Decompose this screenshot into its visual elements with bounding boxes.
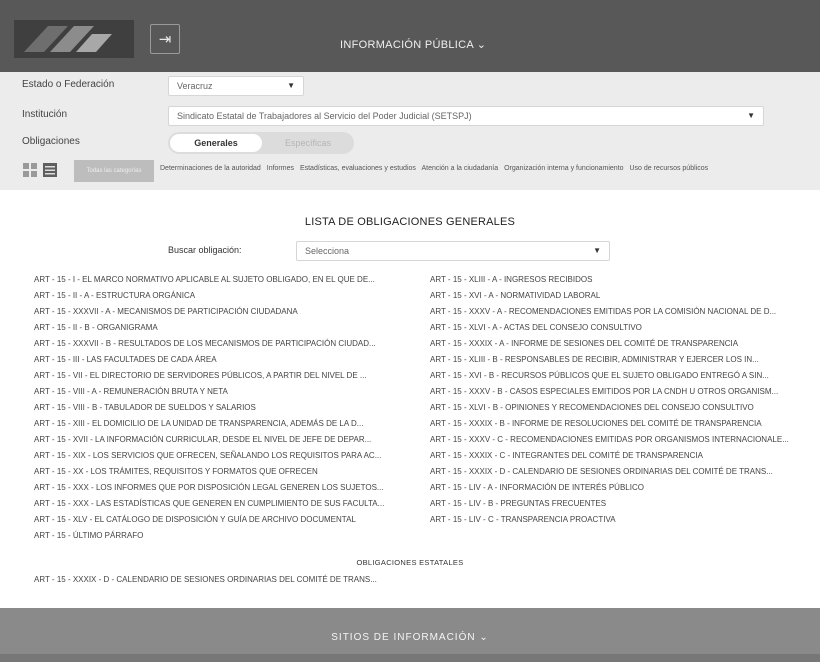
category-link[interactable]: Atención a la ciudadanía	[421, 165, 498, 172]
obligation-link[interactable]: ART - 15 - XXXV - A - RECOMENDACIONES EM…	[430, 306, 800, 318]
obligation-link[interactable]: ART - 15 - XXXIX - D - CALENDARIO DE SES…	[34, 574, 394, 586]
filters-panel: Estado o Federación Veracruz ▼ Instituci…	[0, 72, 820, 190]
obligation-link[interactable]: ART - 15 - XXXIX - D - CALENDARIO DE SES…	[430, 466, 800, 478]
obligation-link[interactable]: ART - 15 - VII - EL DIRECTORIO DE SERVID…	[34, 370, 394, 382]
obligation-link[interactable]: ART - 15 - XVI - A - NORMATIVIDAD LABORA…	[430, 290, 800, 302]
chevron-down-icon: ▼	[593, 246, 601, 255]
obligation-link[interactable]: ART - 15 - XXX - LOS INFORMES QUE POR DI…	[34, 482, 394, 494]
obligation-link[interactable]: ART - 15 - I - EL MARCO NORMATIVO APLICA…	[34, 274, 394, 286]
obligation-link[interactable]: ART - 15 - LIV - B - PREGUNTAS FRECUENTE…	[430, 498, 800, 510]
footer-bar: SITIOS DE INFORMACIÓN ⌄	[0, 608, 820, 662]
informacion-publica-menu[interactable]: INFORMACIÓN PÚBLICA ⌄	[340, 38, 486, 51]
estado-label: Estado o Federación	[22, 79, 115, 90]
obligation-link[interactable]: ART - 15 - XXX - LAS ESTADÍSTICAS QUE GE…	[34, 498, 394, 510]
search-select-value: Selecciona	[305, 246, 350, 256]
obligation-link[interactable]: ART - 15 - XIII - EL DOMICILIO DE LA UNI…	[34, 418, 394, 430]
list-view-icon[interactable]	[42, 162, 58, 178]
top-header-bar: ⇥ INFORMACIÓN PÚBLICA ⌄	[0, 0, 820, 72]
obligation-link[interactable]: ART - 15 - XXXVII - A - MECANISMOS DE PA…	[34, 306, 394, 318]
obligation-link[interactable]: ART - 15 - XXXVII - B - RESULTADOS DE LO…	[34, 338, 394, 350]
category-link[interactable]: Determinaciones de la autoridad	[160, 165, 261, 172]
category-links: Determinaciones de la autoridad Informes…	[160, 165, 712, 172]
sitios-de-informacion-menu[interactable]: SITIOS DE INFORMACIÓN ⌄	[0, 632, 820, 643]
obligation-link[interactable]: ART - 15 - XXXIX - A - INFORME DE SESION…	[430, 338, 800, 350]
obligation-link[interactable]: ART - 15 - VIII - B - TABULADOR DE SUELD…	[34, 402, 394, 414]
institucion-select-value: Sindicato Estatal de Trabajadores al Ser…	[177, 111, 472, 121]
obligation-link[interactable]: ART - 15 - XXXIX - C - INTEGRANTES DEL C…	[430, 450, 800, 462]
obligation-link[interactable]: ART - 15 - LIV - A - INFORMACIÓN DE INTE…	[430, 482, 800, 494]
search-label: Buscar obligación:	[168, 245, 242, 255]
obligation-link[interactable]: ART - 15 - XLIII - A - INGRESOS RECIBIDO…	[430, 274, 800, 286]
obligaciones-label: Obligaciones	[22, 136, 80, 147]
footer-strip	[0, 654, 820, 662]
obligation-link[interactable]: ART - 15 - XLVI - A - ACTAS DEL CONSEJO …	[430, 322, 800, 334]
obligation-link[interactable]: ART - 15 - III - LAS FACULTADES DE CADA …	[34, 354, 394, 366]
chevron-down-icon: ▼	[287, 81, 295, 90]
obligation-link[interactable]: ART - 15 - XLIII - B - RESPONSABLES DE R…	[430, 354, 800, 366]
obligation-link[interactable]: ART - 15 - XIX - LOS SERVICIOS QUE OFREC…	[34, 450, 394, 462]
export-icon[interactable]: ⇥	[150, 24, 180, 54]
obligation-link[interactable]: ART - 15 - XXXV - C - RECOMENDACIONES EM…	[430, 434, 800, 446]
estatales-title: OBLIGACIONES ESTATALES	[356, 558, 464, 567]
tab-generales[interactable]: Generales	[170, 134, 262, 152]
category-link[interactable]: Informes	[267, 165, 294, 172]
obligation-link[interactable]: ART - 15 - II - B - ORGANIGRAMA	[34, 322, 394, 334]
category-link[interactable]: Organización interna y funcionamiento	[504, 165, 623, 172]
search-obligation-select[interactable]: Selecciona ▼	[296, 241, 610, 261]
estado-select[interactable]: Veracruz ▼	[168, 76, 304, 96]
category-link[interactable]: Estadísticas, evaluaciones y estudios	[300, 165, 416, 172]
obligation-link[interactable]: ART - 15 - XXXV - B - CASOS ESPECIALES E…	[430, 386, 800, 398]
obligation-link[interactable]: ART - 15 - II - A - ESTRUCTURA ORGÁNICA	[34, 290, 394, 302]
list-title: LISTA DE OBLIGACIONES GENERALES	[304, 216, 516, 228]
obligations-panel: LISTA DE OBLIGACIONES GENERALES Buscar o…	[0, 190, 820, 608]
tab-especificas[interactable]: Específicas	[264, 134, 352, 152]
grid-view-icon[interactable]	[22, 162, 38, 178]
chevron-down-icon: ▼	[747, 111, 755, 120]
category-link[interactable]: Uso de recursos públicos	[630, 165, 709, 172]
obligation-link[interactable]: ART - 15 - ÚLTIMO PÁRRAFO	[34, 530, 394, 542]
estado-select-value: Veracruz	[177, 81, 213, 91]
obligation-link[interactable]: ART - 15 - XLV - EL CATÁLOGO DE DISPOSIC…	[34, 514, 394, 526]
obligation-link[interactable]: ART - 15 - XXXIX - B - INFORME DE RESOLU…	[430, 418, 800, 430]
obligation-link[interactable]: ART - 15 - VIII - A - REMUNERACIÓN BRUTA…	[34, 386, 394, 398]
institucion-select[interactable]: Sindicato Estatal de Trabajadores al Ser…	[168, 106, 764, 126]
obligation-link[interactable]: ART - 15 - XLVI - B - OPINIONES Y RECOME…	[430, 402, 800, 414]
all-categories-button[interactable]: Todas las categorías	[74, 160, 154, 182]
obligation-link[interactable]: ART - 15 - XX - LOS TRÁMITES, REQUISITOS…	[34, 466, 394, 478]
obligaciones-toggle: Generales Específicas	[168, 132, 354, 154]
institucion-label: Institución	[22, 109, 68, 120]
obligation-link[interactable]: ART - 15 - XVII - LA INFORMACIÓN CURRICU…	[34, 434, 394, 446]
pnt-logo-icon[interactable]	[14, 20, 134, 58]
obligation-link[interactable]: ART - 15 - XVI - B - RECURSOS PÚBLICOS Q…	[430, 370, 800, 382]
obligation-link[interactable]: ART - 15 - LIV - C - TRANSPARENCIA PROAC…	[430, 514, 800, 526]
